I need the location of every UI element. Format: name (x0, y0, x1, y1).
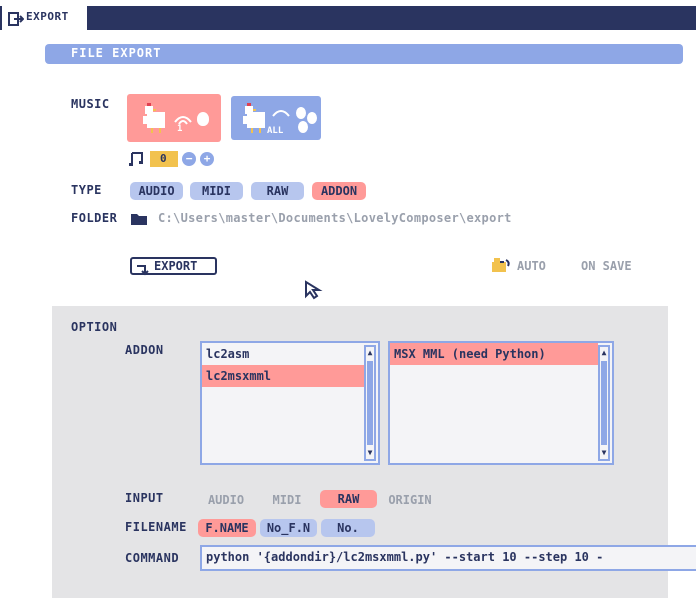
addon-listbox[interactable]: lc2asm lc2msxmml ▲ ▼ (200, 341, 380, 465)
song-decrement-button[interactable]: − (182, 152, 196, 166)
type-midi-label: MIDI (202, 184, 231, 198)
format-list-item-selected[interactable]: MSX MML (need Python) (390, 343, 598, 365)
input-midi[interactable]: MIDI (262, 491, 312, 509)
song-increment-button[interactable]: + (200, 152, 214, 166)
top-bar (0, 6, 696, 30)
type-addon[interactable]: ADDON (312, 182, 366, 200)
folder-label: FOLDER (71, 211, 118, 225)
auto-chicken-icon (490, 256, 512, 278)
filename-no-fn[interactable]: No_F.N (260, 519, 317, 537)
scroll-down-arrow-icon[interactable]: ▼ (366, 447, 374, 459)
scroll-thumb[interactable] (601, 361, 607, 445)
mouse-cursor-icon (304, 280, 324, 304)
folder-icon[interactable] (130, 211, 148, 230)
eggs-icon (293, 106, 319, 138)
folder-path: C:\Users\master\Documents\LovelyComposer… (158, 211, 512, 225)
music-label: MUSIC (71, 97, 110, 111)
addon-list-item[interactable]: lc2asm (202, 343, 364, 365)
all-songs-caption: ALL (267, 126, 284, 136)
export-button[interactable]: EXPORT (130, 257, 217, 276)
type-raw-label: RAW (266, 184, 289, 198)
option-label: OPTION (71, 320, 118, 334)
egg-icon (197, 112, 209, 126)
type-raw[interactable]: RAW (251, 182, 304, 200)
minus-icon: − (185, 152, 193, 165)
scroll-down-arrow-icon[interactable]: ▼ (600, 447, 608, 459)
filename-label: FILENAME (125, 520, 187, 534)
chicken-icon (139, 102, 175, 140)
filename-fname-label: F.NAME (205, 521, 249, 535)
scroll-up-arrow-icon[interactable]: ▲ (600, 347, 608, 359)
type-label: TYPE (71, 183, 102, 197)
section-header: FILE EXPORT (45, 44, 683, 64)
input-audio-label: AUDIO (207, 493, 245, 507)
single-song-caption: 1 (177, 124, 183, 134)
section-title: FILE EXPORT (71, 46, 162, 60)
type-audio[interactable]: AUDIO (130, 182, 183, 200)
all-songs-button[interactable]: ALL (231, 96, 321, 140)
format-scrollbar[interactable]: ▲ ▼ (598, 345, 610, 461)
type-addon-label: ADDON (320, 184, 358, 198)
export-arrow-icon (136, 261, 150, 280)
scroll-thumb[interactable] (367, 361, 373, 445)
addon-label: ADDON (125, 343, 164, 357)
sound-waves-icon (271, 104, 291, 124)
on-save-toggle[interactable]: ON SAVE (581, 259, 632, 273)
addon-scrollbar[interactable]: ▲ ▼ (364, 345, 376, 461)
sound-waves-icon (173, 108, 193, 132)
addon-list-item-selected[interactable]: lc2msxmml (202, 365, 364, 387)
addon-item-label: lc2asm (206, 347, 250, 361)
music-note-icon (128, 151, 144, 171)
command-label: COMMAND (125, 551, 180, 565)
single-song-button[interactable]: 1 (127, 94, 221, 142)
format-item-label: MSX MML (need Python) (394, 347, 546, 361)
input-raw[interactable]: RAW (320, 490, 377, 508)
export-icon (8, 11, 25, 30)
filename-no-fn-label: No_F.N (266, 521, 311, 535)
format-listbox[interactable]: MSX MML (need Python) ▲ ▼ (388, 341, 614, 465)
input-origin[interactable]: ORIGIN (381, 491, 439, 509)
input-raw-label: RAW (337, 492, 360, 506)
tab-edge (0, 6, 4, 30)
input-audio[interactable]: AUDIO (197, 491, 255, 509)
filename-no-label: No. (337, 521, 359, 535)
song-number-value: 0 (160, 152, 167, 165)
type-midi[interactable]: MIDI (190, 182, 243, 200)
scroll-up-arrow-icon[interactable]: ▲ (366, 347, 374, 359)
song-number-display: 0 (150, 151, 178, 167)
auto-toggle[interactable]: AUTO (517, 259, 546, 273)
input-origin-label: ORIGIN (388, 493, 432, 507)
input-midi-label: MIDI (272, 493, 302, 507)
command-input[interactable]: python '{addondir}/lc2msxmml.py' --start… (200, 545, 696, 571)
tab-export-label: EXPORT (26, 10, 69, 23)
filename-no[interactable]: No. (321, 519, 375, 537)
plus-icon: + (203, 152, 211, 165)
export-button-label: EXPORT (154, 259, 198, 273)
input-label: INPUT (125, 491, 164, 505)
command-value: python '{addondir}/lc2msxmml.py' --start… (206, 550, 604, 564)
addon-item-label: lc2msxmml (206, 369, 272, 383)
tab-export[interactable]: EXPORT (4, 6, 90, 30)
type-audio-label: AUDIO (138, 184, 175, 198)
filename-fname[interactable]: F.NAME (198, 519, 256, 537)
